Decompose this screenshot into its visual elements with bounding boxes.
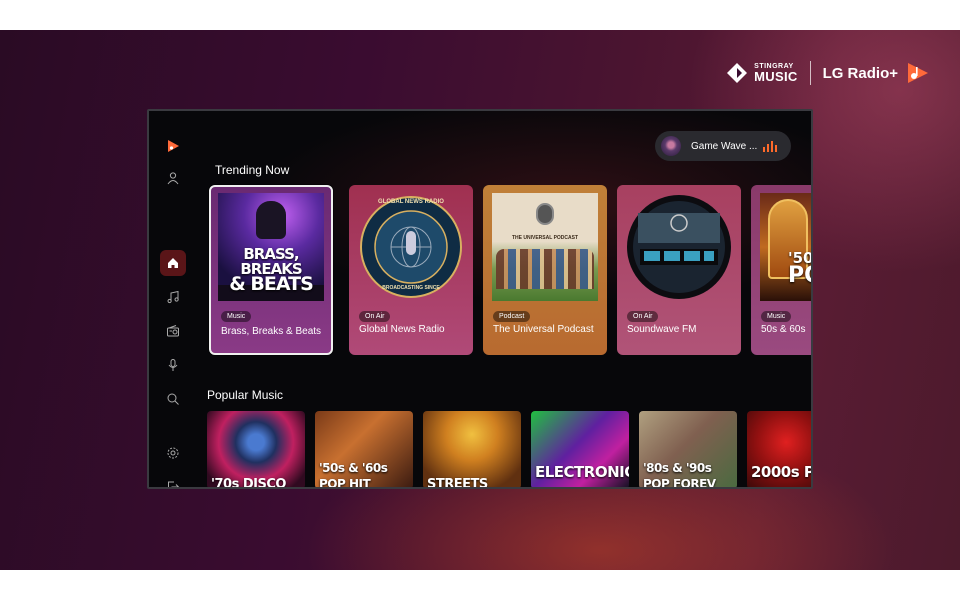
- radio-icon[interactable]: [160, 318, 186, 344]
- art-title: THE UNIVERSAL PODCAST: [511, 235, 579, 241]
- brand-divider: [809, 61, 811, 85]
- art-bottom-text: BROADCASTING SINCE: [382, 285, 440, 291]
- podcast-mic-icon: [536, 203, 554, 225]
- card-title: Soundwave FM: [627, 324, 697, 335]
- popular-tile-50s-60s[interactable]: '50s & '60s POP HIT: [315, 411, 413, 487]
- tile-label: ELECTRONIC: [535, 463, 629, 481]
- podcast-crowd: [496, 249, 594, 289]
- card-title: Brass, Breaks & Beats: [221, 326, 322, 337]
- now-playing-artwork: [661, 136, 681, 156]
- dj-figure: [256, 201, 286, 239]
- now-playing-pill[interactable]: Game Wave ...: [655, 131, 791, 161]
- art-top-text: GLOBAL NEWS RADIO: [378, 199, 444, 205]
- card-title: The Universal Podcast: [493, 324, 594, 335]
- stingray-music-logo: STINGRAY MUSIC: [726, 62, 797, 84]
- lg-radio-play-icon: [908, 63, 928, 83]
- popular-tile-80s-90s[interactable]: '80s & '90s POP FOREV: [639, 411, 737, 487]
- tile-label: '80s & '90s: [643, 461, 712, 475]
- music-label: MUSIC: [754, 69, 798, 84]
- trending-title: Trending Now: [215, 163, 290, 177]
- sidebar: [149, 111, 197, 487]
- trending-card-universal-podcast[interactable]: THE UNIVERSAL PODCAST Podcast The Univer…: [483, 185, 607, 355]
- card-artwork: GLOBAL NEWS RADIO BROADCASTING SINCE: [358, 193, 464, 301]
- search-icon[interactable]: [160, 386, 186, 412]
- home-icon[interactable]: [160, 250, 186, 276]
- card-artwork: THE UNIVERSAL PODCAST: [492, 193, 598, 301]
- tile-label: '70s DISCO: [211, 477, 286, 487]
- lg-radio-logo: LG Radio+: [823, 61, 930, 85]
- lg-radio-label: LG Radio+: [822, 64, 898, 82]
- tv-screen: Game Wave ... Trending Now BRASS, BREAKS…: [149, 111, 811, 487]
- card-artwork: BRASS, BREAKS & BEATS: [218, 193, 324, 301]
- popular-tile-streets[interactable]: STREETS: [423, 411, 521, 487]
- card-artwork: [626, 193, 732, 301]
- tile-label: '50s & '60s: [319, 461, 388, 475]
- art-title-line2: & BEATS: [229, 273, 314, 295]
- tv-frame: Game Wave ... Trending Now BRASS, BREAKS…: [147, 109, 813, 489]
- card-badge: On Air: [359, 311, 391, 322]
- tile-label: 2000s P: [751, 463, 811, 481]
- tile-label-line2: POP HIT: [319, 477, 371, 487]
- app-logo-icon[interactable]: [160, 133, 186, 159]
- card-artwork: '50s POI: [760, 193, 811, 301]
- popular-tile-2000s[interactable]: 2000s P: [747, 411, 811, 487]
- now-playing-title: Game Wave ...: [691, 140, 757, 152]
- card-badge: On Air: [627, 311, 659, 322]
- exit-icon[interactable]: [160, 474, 186, 487]
- settings-icon[interactable]: [160, 440, 186, 466]
- trending-card-50s-60s[interactable]: '50s POI Music 50s & 60s: [751, 185, 811, 355]
- popular-tile-70s-disco[interactable]: '70s DISCO: [207, 411, 305, 487]
- brand-header: STINGRAY MUSIC LG Radio+: [726, 60, 930, 86]
- tile-label: STREETS: [427, 477, 488, 487]
- trending-card-global-news[interactable]: GLOBAL NEWS RADIO BROADCASTING SINCE On …: [349, 185, 473, 355]
- profile-icon[interactable]: [160, 165, 186, 191]
- popular-title: Popular Music: [207, 388, 284, 402]
- promo-stage: STINGRAY MUSIC LG Radio+ Game Wave ... T…: [0, 30, 960, 570]
- equalizer-icon: [763, 140, 777, 152]
- music-note-icon[interactable]: [160, 284, 186, 310]
- trending-card-soundwave[interactable]: On Air Soundwave FM: [617, 185, 741, 355]
- popular-tile-electronic[interactable]: ELECTRONIC: [531, 411, 629, 487]
- trending-card-brass[interactable]: BRASS, BREAKS & BEATS Music Brass, Break…: [209, 185, 333, 355]
- stingray-icon: [727, 63, 748, 83]
- card-badge: Music: [761, 311, 792, 322]
- card-title: Global News Radio: [359, 324, 445, 335]
- card-badge: Podcast: [493, 311, 531, 322]
- card-badge: Music: [221, 311, 252, 322]
- card-title: 50s & 60s: [761, 324, 806, 335]
- art-title-line2: POI: [788, 263, 811, 288]
- tile-label-line2: POP FOREV: [643, 477, 716, 487]
- microphone-icon[interactable]: [160, 352, 186, 378]
